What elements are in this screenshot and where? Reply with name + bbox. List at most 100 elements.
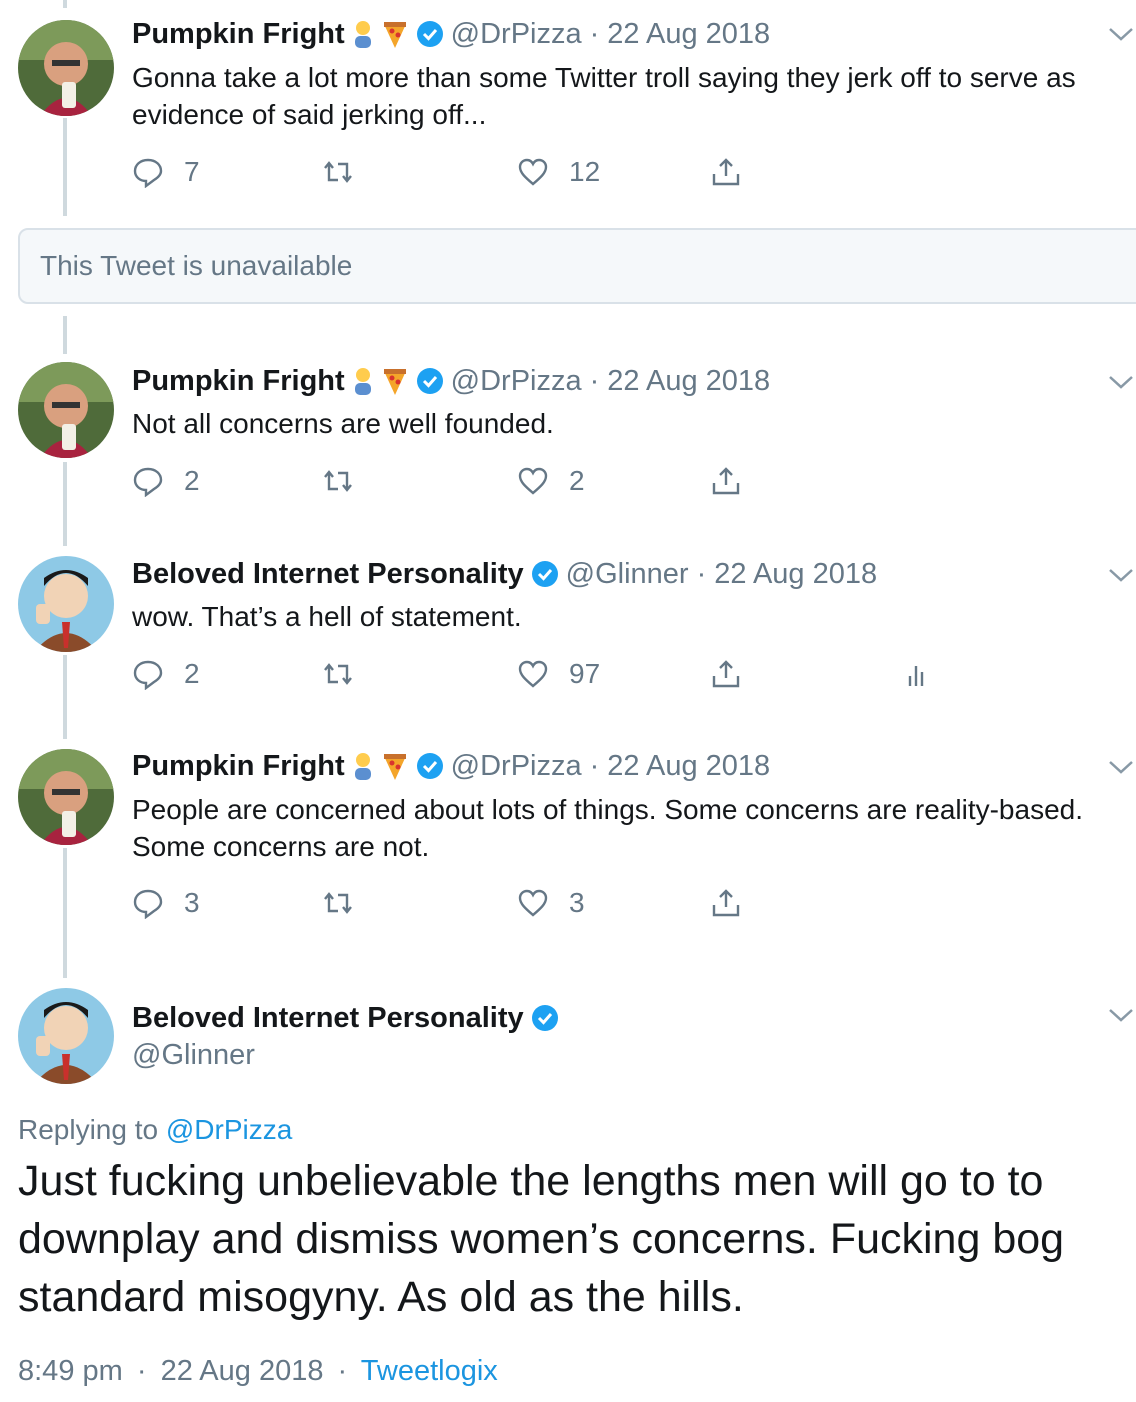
share-icon <box>712 158 740 186</box>
thread-line <box>63 848 67 978</box>
pizza-emoji-icon <box>383 754 406 780</box>
separator: · <box>136 1355 147 1387</box>
tweet-text: wow. That’s a hell of statement. <box>132 601 522 632</box>
reply-icon <box>133 889 163 919</box>
tweet-date[interactable]: 22 Aug 2018 <box>714 558 877 591</box>
separator: · <box>589 749 600 782</box>
handle[interactable]: @Glinner <box>566 558 689 591</box>
tweet-header: Pumpkin Fright @DrPizza · 22 Aug 2018 <box>132 746 770 786</box>
chevron-down-icon[interactable] <box>1106 757 1136 777</box>
tweet-text: Not all concerns are well founded. <box>132 408 554 439</box>
tweet-date[interactable]: 22 Aug 2018 <box>607 365 770 398</box>
person-emoji-icon <box>354 368 371 395</box>
like-button[interactable]: 3 <box>517 883 585 923</box>
reply-icon <box>133 158 163 188</box>
reply-count: 7 <box>184 156 200 187</box>
client-link[interactable]: Tweetlogix <box>361 1355 498 1387</box>
thread-line <box>63 462 67 546</box>
share-button[interactable] <box>710 883 762 923</box>
display-name[interactable]: Pumpkin Fright <box>132 365 345 398</box>
tweet-actions: 2 2 <box>132 461 982 501</box>
retweet-button[interactable] <box>322 883 374 923</box>
retweet-button[interactable] <box>322 654 374 694</box>
display-name[interactable]: Pumpkin Fright <box>132 18 345 51</box>
avatar[interactable] <box>18 362 114 458</box>
retweet-icon <box>324 663 352 685</box>
handle[interactable]: @DrPizza <box>451 750 582 783</box>
heart-icon <box>518 158 548 186</box>
handle[interactable]: @Glinner <box>132 1039 255 1072</box>
pizza-emoji-icon <box>383 369 406 395</box>
thread-line <box>63 316 67 354</box>
tweet-date[interactable]: 22 Aug 2018 <box>607 18 770 51</box>
retweet-button[interactable] <box>322 461 374 501</box>
avatar[interactable] <box>18 749 114 845</box>
verified-badge-icon <box>416 21 443 47</box>
display-name[interactable]: Pumpkin Fright <box>132 750 345 783</box>
retweet-icon <box>324 892 352 914</box>
display-name[interactable]: Beloved Internet Personality <box>132 558 524 591</box>
heart-icon <box>518 467 548 495</box>
avatar[interactable] <box>18 556 114 652</box>
retweet-button[interactable] <box>322 152 374 192</box>
separator: · <box>589 364 600 397</box>
analytics-button[interactable] <box>902 654 954 694</box>
chevron-down-icon[interactable] <box>1106 565 1136 585</box>
handle[interactable]: @DrPizza <box>451 18 582 51</box>
reply-button[interactable]: 2 <box>132 461 200 501</box>
reply-count: 2 <box>184 658 200 689</box>
reply-icon <box>133 467 163 497</box>
share-button[interactable] <box>710 152 762 192</box>
reply-button[interactable]: 2 <box>132 654 200 694</box>
share-icon <box>712 467 740 495</box>
share-icon <box>712 889 740 917</box>
thread-line <box>63 0 67 8</box>
like-count: 12 <box>569 156 601 187</box>
person-emoji-icon <box>354 21 371 48</box>
tweet-text: Gonna take a lot more than some Twitter … <box>132 62 1076 130</box>
replying-to: Replying to @DrPizza <box>18 1114 292 1146</box>
heart-icon <box>518 889 548 917</box>
retweet-icon <box>324 470 352 492</box>
like-button[interactable]: 2 <box>517 461 585 501</box>
handle[interactable]: @DrPizza <box>451 365 582 398</box>
pizza-emoji-icon <box>383 22 406 48</box>
like-button[interactable]: 97 <box>517 654 600 694</box>
avatar[interactable] <box>18 988 114 1084</box>
avatar[interactable] <box>18 20 114 116</box>
tweet-date[interactable]: 22 Aug 2018 <box>607 750 770 783</box>
display-name[interactable]: Beloved Internet Personality <box>132 1002 524 1035</box>
share-button[interactable] <box>710 461 762 501</box>
unavailable-text: This Tweet is unavailable <box>40 250 353 281</box>
separator: · <box>337 1355 348 1387</box>
chevron-down-icon[interactable] <box>1106 372 1136 392</box>
reply-button[interactable]: 3 <box>132 883 200 923</box>
separator: · <box>589 17 600 50</box>
tweet-text: People are concerned about lots of thing… <box>132 794 1084 862</box>
tweet-handle-row: @Glinner <box>132 1035 255 1075</box>
separator: · <box>696 557 707 590</box>
chevron-down-icon[interactable] <box>1106 1005 1136 1025</box>
like-count: 2 <box>569 465 585 496</box>
reply-count: 2 <box>184 465 200 496</box>
thread-line <box>63 655 67 739</box>
verified-badge-icon <box>416 753 443 779</box>
verified-badge-icon <box>531 561 558 587</box>
tweet-header: Pumpkin Fright @DrPizza · 22 Aug 2018 <box>132 361 770 401</box>
replying-to-label: Replying to <box>18 1114 159 1145</box>
reply-button[interactable]: 7 <box>132 152 200 192</box>
verified-badge-icon <box>531 1005 558 1031</box>
tweet-header: Pumpkin Fright @DrPizza · 22 Aug 2018 <box>132 14 770 54</box>
tweet-actions: 3 3 <box>132 883 982 923</box>
thread-line <box>63 118 67 216</box>
tweet-actions: 2 97 <box>132 654 982 694</box>
replying-to-handle-link[interactable]: @DrPizza <box>166 1114 292 1145</box>
tweet-time[interactable]: 8:49 pm <box>18 1355 123 1387</box>
retweet-icon <box>324 161 352 183</box>
share-icon <box>712 660 740 688</box>
chevron-down-icon[interactable] <box>1106 24 1136 44</box>
share-button[interactable] <box>710 654 762 694</box>
tweet-meta: 8:49 pm · 22 Aug 2018 · Tweetlogix <box>18 1355 498 1388</box>
tweet-full-date[interactable]: 22 Aug 2018 <box>161 1355 324 1387</box>
like-button[interactable]: 12 <box>517 152 600 192</box>
